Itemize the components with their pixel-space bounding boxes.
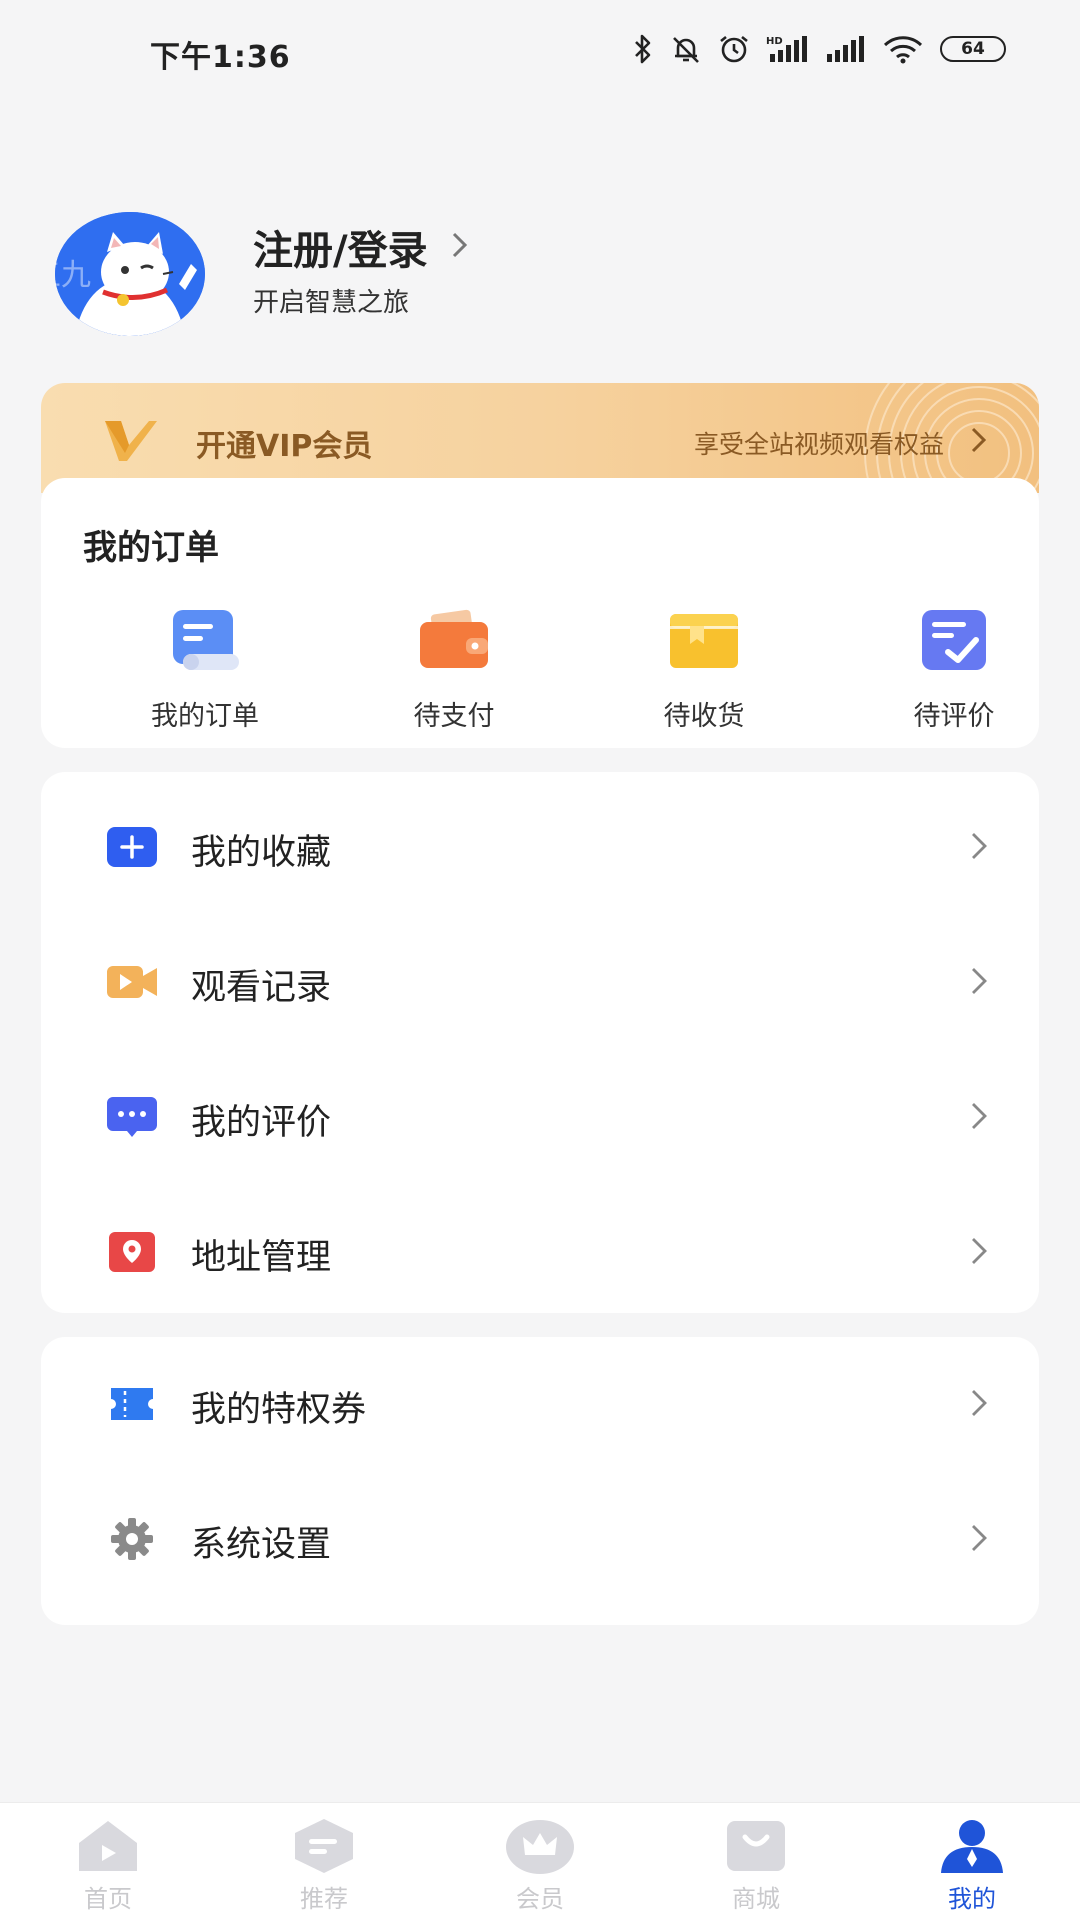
profile-name: 注册/登录	[253, 228, 428, 274]
nav-tab-membership[interactable]: 会员	[480, 1817, 600, 1914]
profile-subtitle: 开启智慧之旅	[253, 288, 410, 318]
hd-signal-icon: HD	[766, 34, 810, 64]
chevron-right-icon	[969, 1522, 989, 1558]
login-register-link[interactable]: 注册/登录	[253, 218, 470, 276]
menu-item-label: 观看记录	[191, 968, 332, 1008]
vip-title: 开通VIP会员	[196, 429, 373, 464]
location-icon	[107, 1230, 157, 1274]
menu-item-coupons[interactable]: 我的特权券	[41, 1337, 1039, 1472]
favorite-plus-icon	[107, 825, 157, 869]
nav-label: 商城	[732, 1885, 780, 1913]
avatar-watermark: 五九	[55, 258, 91, 293]
menu-item-watch-history[interactable]: 观看记录	[41, 915, 1039, 1050]
menu-item-settings[interactable]: 系统设置	[41, 1472, 1039, 1607]
wallet-icon	[418, 608, 490, 674]
menu-item-label: 我的特权券	[191, 1390, 367, 1430]
order-item-label: 待评价	[913, 701, 995, 732]
menu-group-main: 我的收藏 观看记录 我的评价 地址管理	[41, 772, 1039, 1313]
home-icon	[73, 1817, 143, 1875]
shop-bag-icon	[721, 1817, 791, 1875]
menu-item-label: 系统设置	[191, 1525, 332, 1565]
status-icons: HD 64	[632, 34, 1006, 64]
battery-indicator: 64	[940, 36, 1006, 62]
order-item-all[interactable]: 我的订单	[120, 608, 290, 733]
order-item-pending-delivery[interactable]: 待收货	[619, 608, 789, 733]
review-icon	[918, 608, 990, 674]
nav-label: 推荐	[300, 1885, 348, 1913]
bottom-nav: 首页 推荐 会员 商城 我的	[0, 1802, 1080, 1920]
chevron-right-icon	[969, 830, 989, 866]
video-camera-icon	[107, 960, 157, 1004]
package-icon	[668, 608, 740, 674]
chevron-right-icon	[969, 1100, 989, 1136]
profile-icon	[937, 1817, 1007, 1875]
status-time: 下午1:36	[150, 40, 291, 75]
menu-item-address[interactable]: 地址管理	[41, 1185, 1039, 1320]
orders-card: 我的订单 我的订单 待支付 待收货 待评价	[41, 478, 1039, 748]
profile-header[interactable]: 五九 注册/登录 开启智慧之旅	[55, 212, 1025, 342]
order-item-pending-payment[interactable]: 待支付	[369, 608, 539, 733]
vip-banner[interactable]: 开通VIP会员 享受全站视频观看权益	[41, 383, 1039, 493]
order-list-icon	[169, 608, 241, 674]
chevron-right-icon	[969, 425, 989, 459]
bluetooth-icon	[632, 34, 654, 64]
chevron-right-icon	[969, 1387, 989, 1423]
ticket-icon	[107, 1382, 157, 1426]
status-bar: 下午1:36 HD 64	[0, 0, 1080, 110]
svg-text:HD: HD	[766, 36, 783, 47]
menu-item-my-reviews[interactable]: 我的评价	[41, 1050, 1039, 1185]
order-item-label: 待收货	[663, 701, 745, 732]
menu-item-favorites[interactable]: 我的收藏	[41, 780, 1039, 915]
nav-label: 首页	[84, 1885, 132, 1913]
order-item-label: 待支付	[413, 701, 495, 732]
menu-item-label: 地址管理	[191, 1238, 332, 1278]
vip-description: 享受全站视频观看权益	[693, 430, 944, 459]
vip-v-icon	[103, 419, 159, 467]
order-item-label: 我的订单	[151, 701, 259, 732]
nav-tab-home[interactable]: 首页	[48, 1817, 168, 1914]
chevron-right-icon	[969, 965, 989, 1001]
chevron-right-icon	[450, 224, 470, 270]
menu-item-label: 我的收藏	[191, 833, 332, 873]
menu-group-settings: 我的特权券 系统设置	[41, 1337, 1039, 1625]
nav-label: 我的	[948, 1885, 996, 1913]
recommend-icon	[289, 1817, 359, 1875]
chevron-right-icon	[969, 1235, 989, 1271]
menu-item-label: 我的评价	[191, 1103, 332, 1143]
orders-title: 我的订单	[83, 528, 219, 568]
comment-icon	[107, 1095, 157, 1139]
nav-label: 会员	[516, 1885, 564, 1913]
avatar[interactable]: 五九	[55, 212, 205, 336]
order-item-pending-review[interactable]: 待评价	[869, 608, 1039, 733]
nav-tab-recommend[interactable]: 推荐	[264, 1817, 384, 1914]
nav-tab-mine[interactable]: 我的	[912, 1817, 1032, 1914]
wifi-icon	[882, 34, 924, 64]
bell-muted-icon	[670, 34, 702, 64]
nav-tab-shop[interactable]: 商城	[696, 1817, 816, 1914]
alarm-icon	[718, 34, 750, 64]
signal-icon	[826, 34, 866, 64]
crown-icon	[505, 1817, 575, 1875]
gear-icon	[107, 1517, 157, 1561]
